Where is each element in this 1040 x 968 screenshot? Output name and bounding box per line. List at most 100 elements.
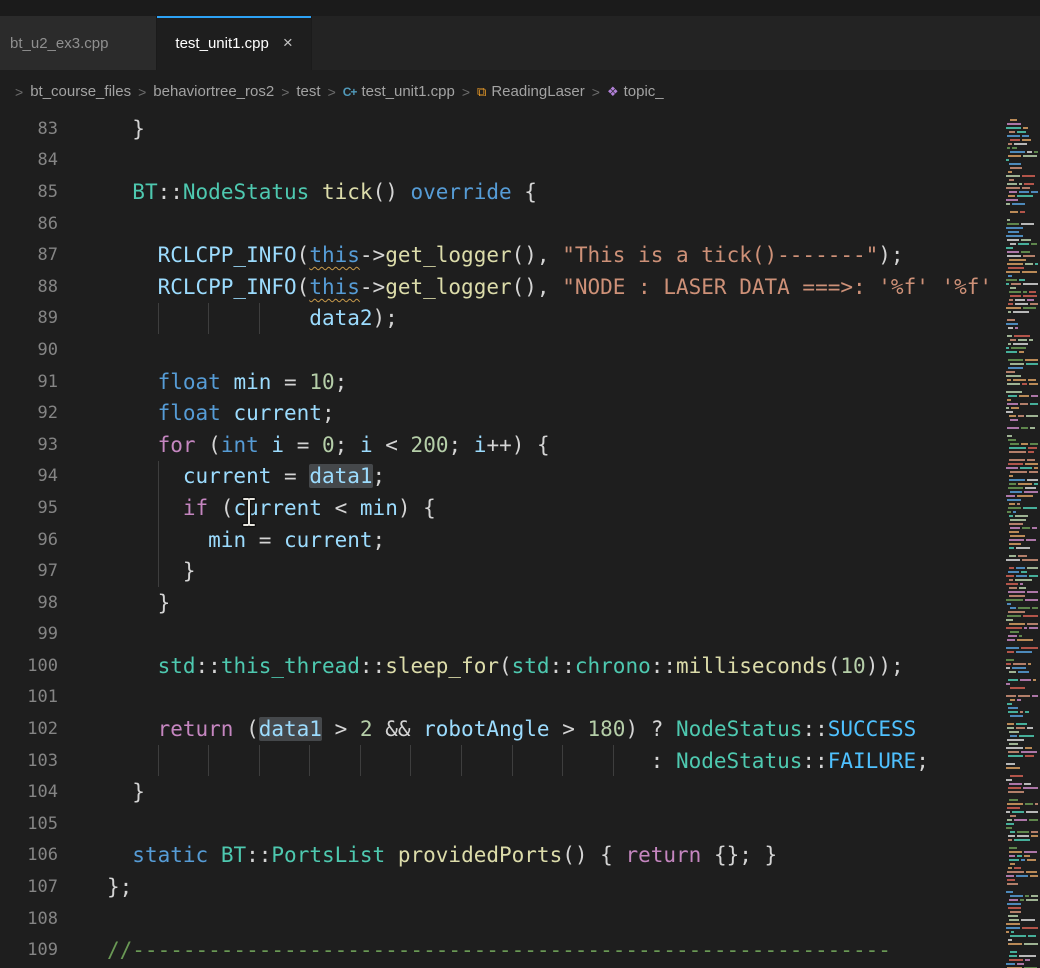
line-number[interactable]: 94 [0,466,58,486]
tab-label: bt_u2_ex3.cpp [10,35,108,52]
code-line-89[interactable]: 89 data2); [0,303,1040,335]
minimap-line [1006,399,1040,401]
breadcrumb-item-topic-[interactable]: ❖topic_ [607,83,664,100]
code-line-85[interactable]: 85 BT::NodeStatus tick() override { [0,176,1040,208]
tab-test_unit1.cpp[interactable]: test_unit1.cpp× [157,16,311,70]
breadcrumb-item-readinglaser[interactable]: ⧉ReadingLaser [477,83,585,100]
indent-guide [208,745,209,777]
minimap-line [1006,823,1040,825]
code-line-101[interactable]: 101 [0,682,1040,714]
minimap-line [1006,271,1040,273]
minimap-line [1006,859,1040,861]
code-line-107[interactable]: 107}; [0,871,1040,903]
code-content: float min = 10; [107,366,1040,398]
code-content [107,903,1040,935]
code-line-93[interactable]: 93 for (int i = 0; i < 200; i++) { [0,429,1040,461]
code-line-88[interactable]: 88 RCLCPP_INFO(this->get_logger(), "NODE… [0,271,1040,303]
code-line-91[interactable]: 91 float min = 10; [0,366,1040,398]
code-line-109[interactable]: 109//-----------------------------------… [0,934,1040,966]
code-editor[interactable]: 83 }8485 BT::NodeStatus tick() override … [0,113,1040,968]
breadcrumb-item-test-unit1-cpp[interactable]: C+test_unit1.cpp [343,83,455,100]
minimap-line [1006,491,1040,493]
minimap-line [1006,219,1040,221]
minimap-line [1006,267,1040,269]
line-number[interactable]: 104 [0,782,58,802]
line-number[interactable]: 97 [0,561,58,581]
minimap-line [1006,203,1040,205]
minimap-line [1006,287,1040,289]
line-number[interactable]: 100 [0,656,58,676]
code-line-83[interactable]: 83 } [0,113,1040,145]
line-number[interactable]: 83 [0,119,58,139]
code-content [107,619,1040,651]
breadcrumb-item-bt-course-files[interactable]: bt_course_files [30,83,131,100]
code-line-87[interactable]: 87 RCLCPP_INFO(this->get_logger(), "This… [0,239,1040,271]
line-number[interactable]: 108 [0,909,58,929]
code-line-94[interactable]: 94 current = data1; [0,461,1040,493]
line-number[interactable]: 86 [0,214,58,234]
line-number[interactable]: 85 [0,182,58,202]
minimap-line [1006,651,1040,653]
minimap[interactable] [1004,113,1040,968]
code-line-108[interactable]: 108 [0,903,1040,935]
minimap-line [1006,191,1040,193]
minimap-line [1006,915,1040,917]
minimap-line [1006,363,1040,365]
code-line-102[interactable]: 102 return (data1 > 2 && robotAngle > 18… [0,713,1040,745]
code-line-103[interactable]: 103 : NodeStatus::FAILURE; [0,745,1040,777]
line-number[interactable]: 107 [0,877,58,897]
indent-guide [360,745,361,777]
line-number[interactable]: 103 [0,751,58,771]
code-line-106[interactable]: 106 static BT::PortsList providedPorts()… [0,840,1040,872]
code-line-100[interactable]: 100 std::this_thread::sleep_for(std::chr… [0,650,1040,682]
line-number[interactable]: 109 [0,940,58,960]
breadcrumb-label: bt_course_files [30,83,131,100]
line-number[interactable]: 84 [0,150,58,170]
line-number[interactable]: 90 [0,340,58,360]
line-number[interactable]: 101 [0,687,58,707]
line-number[interactable]: 95 [0,498,58,518]
line-number[interactable]: 99 [0,624,58,644]
breadcrumb-item-behaviortree-ros2[interactable]: behaviortree_ros2 [153,83,274,100]
line-number[interactable]: 98 [0,593,58,613]
code-line-104[interactable]: 104 } [0,776,1040,808]
minimap-line [1006,787,1040,789]
minimap-line [1006,467,1040,469]
minimap-line [1006,275,1040,277]
code-line-86[interactable]: 86 [0,208,1040,240]
code-line-95[interactable]: 95 if (current < min) { [0,492,1040,524]
line-number[interactable]: 93 [0,435,58,455]
code-line-84[interactable]: 84 [0,145,1040,177]
code-line-97[interactable]: 97 } [0,555,1040,587]
minimap-line [1006,555,1040,557]
line-number[interactable]: 87 [0,245,58,265]
indent-guide [309,745,310,777]
close-tab-icon[interactable]: × [283,33,293,53]
code-content: BT::NodeStatus tick() override { [107,176,1040,208]
minimap-line [1006,631,1040,633]
minimap-line [1006,583,1040,585]
tab-bt_u2_ex3.cpp[interactable]: bt_u2_ex3.cpp [0,16,157,70]
code-line-105[interactable]: 105 [0,808,1040,840]
line-number[interactable]: 105 [0,814,58,834]
line-number[interactable]: 106 [0,845,58,865]
minimap-line [1006,427,1040,429]
line-number[interactable]: 102 [0,719,58,739]
code-content: }; [107,871,1040,903]
code-line-92[interactable]: 92 float current; [0,397,1040,429]
minimap-line [1006,715,1040,717]
code-line-99[interactable]: 99 [0,619,1040,651]
line-number[interactable]: 96 [0,530,58,550]
code-line-98[interactable]: 98 } [0,587,1040,619]
line-number[interactable]: 89 [0,308,58,328]
minimap-line [1006,687,1040,689]
line-number[interactable]: 88 [0,277,58,297]
line-number[interactable]: 92 [0,403,58,423]
line-number[interactable]: 91 [0,372,58,392]
code-line-90[interactable]: 90 [0,334,1040,366]
code-line-96[interactable]: 96 min = current; [0,524,1040,556]
breadcrumb-item-test[interactable]: test [296,83,320,100]
minimap-line [1006,855,1040,857]
minimap-line [1006,211,1040,213]
code-content [107,334,1040,366]
